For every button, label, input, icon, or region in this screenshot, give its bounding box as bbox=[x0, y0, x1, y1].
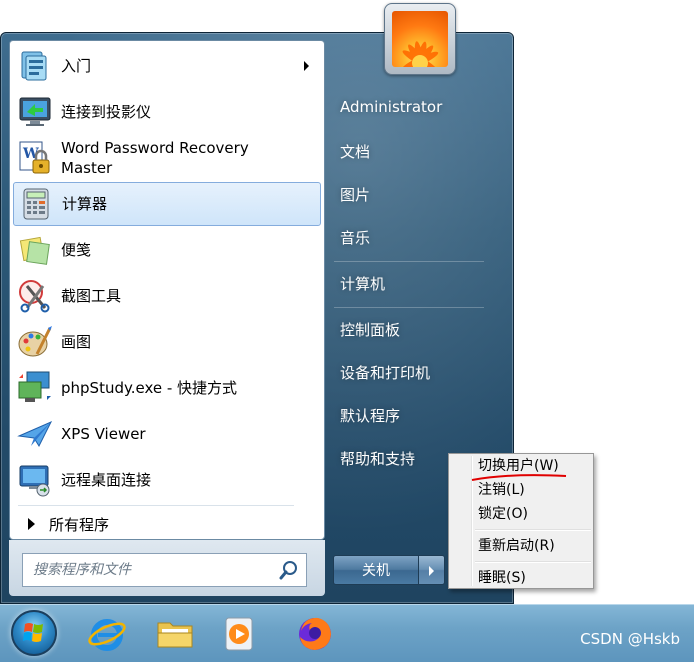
right-item-control-panel[interactable]: 控制面板 bbox=[340, 319, 400, 340]
program-label: 计算器 bbox=[62, 195, 108, 213]
internet-explorer-icon[interactable] bbox=[86, 613, 128, 655]
folder-icon[interactable] bbox=[155, 613, 197, 655]
program-item-xps-viewer[interactable]: XPS Viewer bbox=[13, 412, 321, 456]
menu-item-restart[interactable]: 重新启动(R) bbox=[478, 535, 555, 557]
watermark-text: CSDN @Hskb bbox=[580, 630, 680, 648]
program-label: 连接到投影仪 bbox=[61, 103, 152, 121]
program-label: XPS Viewer bbox=[61, 425, 146, 443]
program-item-calculator[interactable]: 计算器 bbox=[13, 182, 321, 226]
separator bbox=[475, 561, 591, 563]
projector-icon bbox=[17, 94, 53, 130]
right-item-documents[interactable]: 文档 bbox=[340, 141, 370, 162]
program-item-projector[interactable]: 连接到投影仪 bbox=[13, 90, 321, 134]
shutdown-button[interactable]: 关机 bbox=[333, 555, 419, 585]
right-item-help-support[interactable]: 帮助和支持 bbox=[340, 448, 415, 469]
search-input[interactable] bbox=[31, 561, 278, 579]
menu-item-sleep[interactable]: 睡眠(S) bbox=[478, 567, 526, 589]
right-item-computer[interactable]: 计算机 bbox=[340, 273, 385, 294]
xps-viewer-icon bbox=[17, 416, 53, 452]
program-item-snipping-tool[interactable]: 截图工具 bbox=[13, 274, 321, 318]
separator bbox=[18, 505, 294, 506]
search-area bbox=[9, 540, 325, 596]
right-item-music[interactable]: 音乐 bbox=[340, 227, 370, 248]
separator bbox=[475, 529, 591, 531]
phpstudy-icon bbox=[17, 370, 53, 406]
right-item-user[interactable]: Administrator bbox=[340, 98, 442, 116]
all-programs-label: 所有程序 bbox=[49, 515, 110, 534]
firefox-icon[interactable] bbox=[294, 613, 336, 655]
shutdown-options-button[interactable] bbox=[419, 555, 445, 585]
programs-pane: 入门 连接到投影仪 W Word Password Recovery Maste… bbox=[9, 40, 325, 540]
sticky-notes-icon bbox=[17, 232, 53, 268]
right-item-pictures[interactable]: 图片 bbox=[340, 184, 370, 205]
search-icon[interactable] bbox=[278, 559, 300, 581]
snipping-tool-icon bbox=[17, 278, 53, 314]
program-item-sticky-notes[interactable]: 便笺 bbox=[13, 228, 321, 272]
start-button[interactable] bbox=[11, 610, 57, 656]
program-item-remote-desktop[interactable]: 远程桌面连接 bbox=[13, 458, 321, 502]
program-label: 画图 bbox=[61, 333, 92, 351]
user-picture[interactable] bbox=[384, 3, 456, 75]
program-label: Word Password Recovery Master bbox=[61, 139, 249, 177]
program-label: phpStudy.exe - 快捷方式 bbox=[61, 379, 238, 397]
all-programs-item[interactable]: 所有程序 bbox=[18, 511, 318, 537]
program-label: 入门 bbox=[61, 57, 92, 75]
program-item-paint[interactable]: 画图 bbox=[13, 320, 321, 364]
paint-icon bbox=[17, 324, 53, 360]
program-label: 远程桌面连接 bbox=[61, 471, 152, 489]
word-password-icon: W bbox=[17, 140, 53, 176]
annotation-underline bbox=[471, 474, 567, 481]
windows-logo-icon bbox=[23, 623, 43, 642]
submenu-arrow-icon bbox=[304, 61, 309, 71]
menu-item-lock[interactable]: 锁定(O) bbox=[478, 503, 528, 525]
search-box[interactable] bbox=[22, 553, 307, 587]
program-label: 截图工具 bbox=[61, 287, 122, 305]
remote-desktop-icon bbox=[17, 462, 53, 498]
program-item-getting-started[interactable]: 入门 bbox=[13, 44, 321, 88]
getting-started-icon bbox=[17, 48, 53, 84]
program-item-word-password-recovery[interactable]: W Word Password Recovery Master bbox=[13, 136, 321, 180]
separator bbox=[334, 307, 484, 308]
calculator-icon bbox=[18, 186, 54, 222]
right-item-default-programs[interactable]: 默认程序 bbox=[340, 405, 400, 426]
triangle-right-icon bbox=[28, 518, 35, 530]
right-item-devices-printers[interactable]: 设备和打印机 bbox=[340, 362, 430, 383]
program-item-phpstudy[interactable]: phpStudy.exe - 快捷方式 bbox=[13, 366, 321, 410]
separator bbox=[334, 261, 484, 262]
program-label: 便笺 bbox=[61, 241, 92, 259]
media-player-icon[interactable] bbox=[220, 613, 262, 655]
